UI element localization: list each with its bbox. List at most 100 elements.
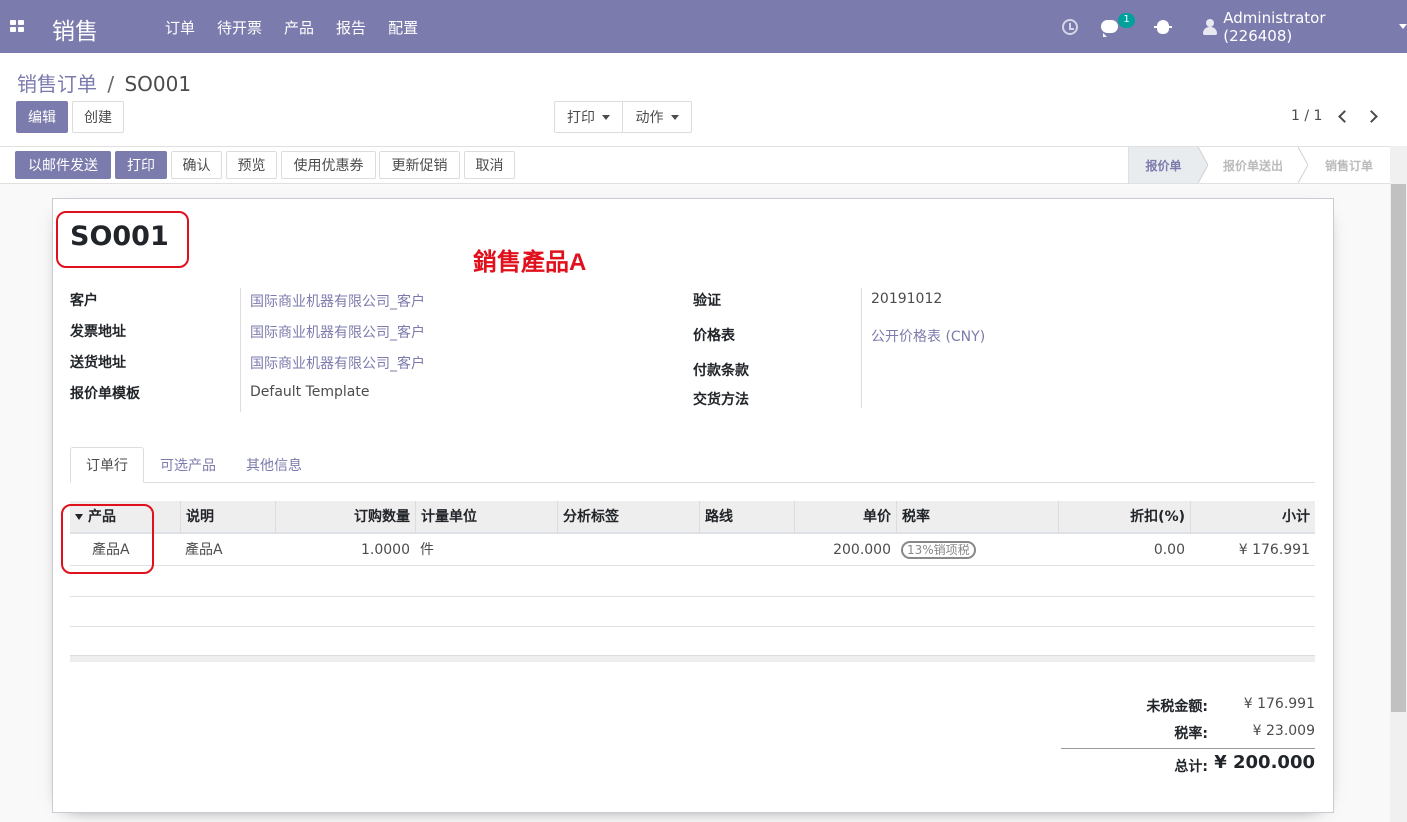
cell-route[interactable] bbox=[699, 535, 794, 566]
invoice-address-field[interactable]: 国际商业机器有限公司_客户 bbox=[250, 322, 425, 342]
col-route[interactable]: 路线 bbox=[699, 501, 794, 534]
activity-clock-icon[interactable] bbox=[1062, 0, 1078, 53]
table-row[interactable]: 產品A 產品A 1.0000 件 200.000 13%销项税 0.00 ¥ 1… bbox=[70, 535, 1315, 566]
menu-to-invoice[interactable]: 待开票 bbox=[217, 17, 262, 38]
cell-uom[interactable]: 件 bbox=[415, 535, 557, 566]
breadcrumb-separator: / bbox=[107, 72, 115, 96]
tab-order-lines[interactable]: 订单行 bbox=[70, 447, 144, 483]
pager-next-icon[interactable] bbox=[1366, 109, 1380, 125]
cell-subtotal: ¥ 176.991 bbox=[1238, 542, 1310, 558]
app-brand[interactable]: 销售 bbox=[52, 12, 98, 46]
validity-field[interactable]: 20191012 bbox=[871, 291, 942, 307]
edit-button[interactable]: 编辑 bbox=[16, 101, 68, 133]
delivery-address-field[interactable]: 国际商业机器有限公司_客户 bbox=[250, 353, 425, 373]
stage-sales-order[interactable]: 销售订单 bbox=[1308, 147, 1390, 183]
stage-pipeline: 报价单 报价单送出 销售订单 bbox=[1128, 147, 1390, 183]
tax-amount-value: ¥ 23.009 bbox=[1252, 723, 1315, 739]
annotation-box-order-name bbox=[56, 211, 189, 268]
total-label: 总计: bbox=[1174, 759, 1208, 775]
col-unit-price[interactable]: 单价 bbox=[794, 501, 896, 534]
col-subtotal[interactable]: 小计 bbox=[1190, 501, 1315, 534]
field-divider bbox=[861, 288, 862, 408]
send-by-email-button[interactable]: 以邮件发送 bbox=[15, 151, 111, 179]
tax-amount-label: 税率: bbox=[1174, 726, 1208, 742]
col-discount[interactable]: 折扣(%) bbox=[1058, 501, 1190, 534]
apply-coupon-button[interactable]: 使用优惠券 bbox=[281, 151, 376, 179]
cell-discount[interactable]: 0.00 bbox=[1058, 535, 1190, 566]
statusbar: 以邮件发送 打印 确认 预览 使用优惠券 更新促销 取消 报价单 报价单送出 销… bbox=[0, 146, 1390, 184]
stage-quotation[interactable]: 报价单 bbox=[1128, 147, 1198, 183]
stage-quotation-sent[interactable]: 报价单送出 bbox=[1208, 147, 1298, 183]
create-button[interactable]: 创建 bbox=[72, 101, 124, 133]
cell-description[interactable]: 產品A bbox=[180, 535, 275, 566]
chevron-down-icon bbox=[602, 114, 610, 120]
cancel-button[interactable]: 取消 bbox=[464, 151, 515, 179]
delivery-address-label: 送货地址 bbox=[70, 355, 126, 371]
breadcrumb: 销售订单 / SO001 bbox=[17, 68, 191, 97]
cell-analytic-tags[interactable] bbox=[557, 535, 699, 566]
pager-value[interactable]: 1 / 1 bbox=[1291, 108, 1322, 124]
menu-products[interactable]: 产品 bbox=[284, 17, 314, 38]
action-dropdown[interactable]: 动作 bbox=[622, 101, 692, 133]
stage-chevron-icon bbox=[1298, 147, 1308, 183]
chevron-down-icon bbox=[670, 114, 679, 120]
print-dropdown[interactable]: 打印 bbox=[554, 101, 623, 133]
tab-optional-products[interactable]: 可选产品 bbox=[150, 447, 226, 483]
cell-unit-price[interactable]: 200.000 bbox=[794, 535, 896, 566]
order-lines-footer bbox=[70, 655, 1315, 662]
chat-count-badge: 1 bbox=[1118, 13, 1135, 28]
top-navbar: 销售 订单 待开票 产品 报告 配置 1 Administrator (2264… bbox=[0, 0, 1407, 53]
totals-divider bbox=[1061, 748, 1315, 749]
col-uom[interactable]: 计量单位 bbox=[415, 501, 557, 534]
preview-button[interactable]: 预览 bbox=[226, 151, 277, 179]
field-divider bbox=[240, 288, 241, 412]
menu-configuration[interactable]: 配置 bbox=[388, 17, 418, 38]
tab-other-info[interactable]: 其他信息 bbox=[236, 447, 312, 483]
chat-icon[interactable] bbox=[1101, 20, 1118, 37]
customer-field[interactable]: 国际商业机器有限公司_客户 bbox=[250, 291, 425, 311]
menu-reports[interactable]: 报告 bbox=[336, 17, 366, 38]
stage-chevron-icon bbox=[1198, 147, 1208, 183]
user-menu[interactable]: Administrator (226408) bbox=[1203, 0, 1407, 53]
empty-row bbox=[70, 626, 1315, 657]
cell-quantity[interactable]: 1.0000 bbox=[275, 535, 415, 566]
pager-previous-icon[interactable] bbox=[1335, 109, 1349, 125]
print-dropdown-label: 打印 bbox=[567, 110, 595, 126]
action-dropdown-label: 动作 bbox=[635, 110, 664, 126]
invoice-address-label: 发票地址 bbox=[70, 324, 126, 340]
tax-tag: 13%销项税 bbox=[901, 541, 976, 559]
menu-orders[interactable]: 订单 bbox=[165, 17, 195, 38]
user-name[interactable]: Administrator (226408) bbox=[1223, 9, 1390, 45]
breadcrumb-sales-orders[interactable]: 销售订单 bbox=[17, 72, 97, 96]
update-promotions-button[interactable]: 更新促销 bbox=[379, 151, 460, 179]
cell-taxes[interactable]: 13%销项税 bbox=[896, 535, 1058, 566]
untaxed-amount-value: ¥ 176.991 bbox=[1243, 696, 1315, 712]
validity-label: 验证 bbox=[693, 293, 721, 309]
confirm-button[interactable]: 确认 bbox=[171, 151, 222, 179]
messaging[interactable]: 1 bbox=[1101, 0, 1135, 53]
col-taxes[interactable]: 税率 bbox=[896, 501, 1058, 534]
chevron-down-icon bbox=[1399, 24, 1407, 29]
pricelist-field[interactable]: 公开价格表 (CNY) bbox=[871, 326, 985, 346]
col-analytic-tags[interactable]: 分析标签 bbox=[557, 501, 699, 534]
annotation-text: 銷售產品A bbox=[473, 249, 587, 276]
main-menu: 订单 待开票 产品 报告 配置 bbox=[165, 17, 440, 38]
breadcrumb-current: SO001 bbox=[124, 72, 192, 96]
customer-label: 客户 bbox=[70, 293, 98, 309]
debug-bug-icon[interactable] bbox=[1154, 0, 1172, 53]
order-lines-header: 产品 说明 订购数量 计量单位 分析标签 路线 单价 税率 折扣(%) 小计 bbox=[70, 501, 1315, 534]
user-avatar-icon bbox=[1203, 18, 1217, 35]
quotation-template-label: 报价单模板 bbox=[70, 386, 140, 402]
annotation-box-product bbox=[61, 504, 154, 574]
apps-menu-icon[interactable] bbox=[10, 20, 24, 32]
payment-terms-label: 付款条款 bbox=[693, 363, 749, 379]
total-value: ¥ 200.000 bbox=[1214, 752, 1315, 773]
delivery-method-label: 交货方法 bbox=[693, 392, 749, 408]
scrollbar-thumb[interactable] bbox=[1391, 184, 1406, 712]
col-quantity[interactable]: 订购数量 bbox=[275, 501, 415, 534]
pricelist-label: 价格表 bbox=[693, 328, 735, 344]
col-description[interactable]: 说明 bbox=[180, 501, 275, 534]
print-button[interactable]: 打印 bbox=[115, 151, 167, 179]
quotation-template-field[interactable]: Default Template bbox=[250, 384, 370, 400]
untaxed-amount-label: 未税金额: bbox=[1146, 699, 1208, 715]
